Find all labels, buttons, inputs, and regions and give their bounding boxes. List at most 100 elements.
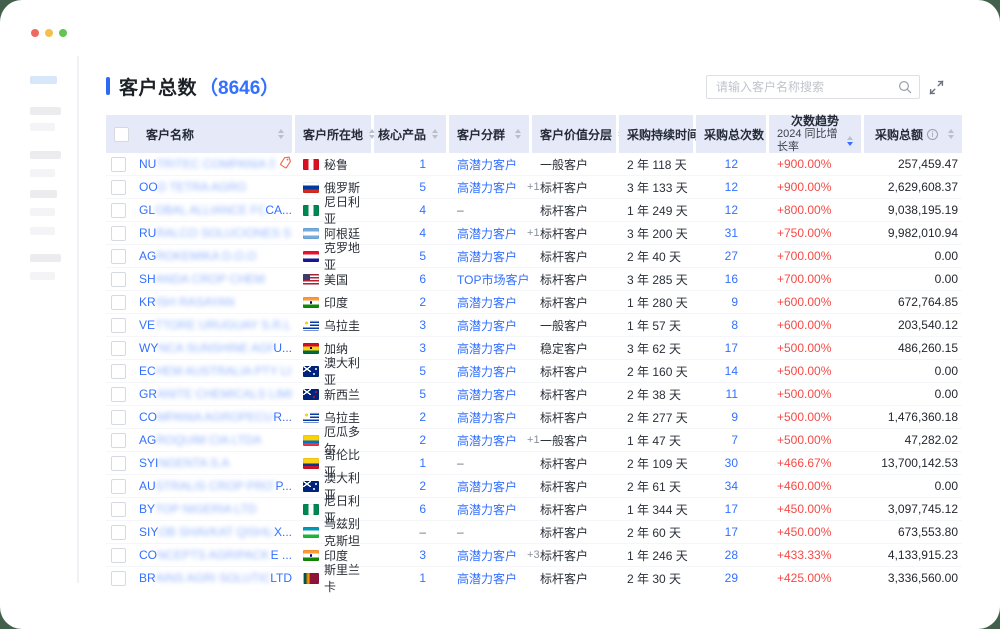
- zoom-window-button[interactable]: [59, 29, 67, 37]
- row-checkbox[interactable]: [111, 157, 126, 172]
- country-name: 秘鲁: [324, 156, 348, 173]
- purchase-duration: 2 年 38 天: [619, 383, 693, 405]
- column-label: 核心产品: [378, 126, 426, 143]
- row-checkbox[interactable]: [111, 318, 126, 333]
- sidebar-item-placeholder[interactable]: [30, 76, 57, 84]
- row-checkbox[interactable]: [111, 180, 126, 195]
- column-sublabel-text: 2024 同比增长率: [777, 128, 841, 154]
- column-label: 客户分群: [457, 126, 505, 143]
- purchase-count: 28: [696, 544, 766, 566]
- customer-name-link[interactable]: SIYOB SHAVKAT QISHLOQ FERMERX...: [139, 525, 292, 539]
- segment-link[interactable]: 高潜力客户: [457, 225, 517, 242]
- customer-name-link[interactable]: WYNCA SUNSHINE AGRO PRODUCTSU...: [139, 341, 292, 355]
- customer-name-prefix: BR: [139, 571, 156, 585]
- customer-name-link[interactable]: GLOBAL ALLIANCE FOR CHEMICALCA...: [139, 203, 292, 217]
- sort-icon[interactable]: [515, 129, 521, 139]
- row-checkbox[interactable]: [111, 295, 126, 310]
- customer-name-link[interactable]: SYINGENTA S.A: [139, 456, 292, 470]
- row-checkbox[interactable]: [111, 525, 126, 540]
- segment-link[interactable]: 高潜力客户: [457, 386, 517, 403]
- customer-name-link[interactable]: KRISH RASAYAN: [139, 295, 292, 309]
- row-checkbox[interactable]: [111, 479, 126, 494]
- customer-name-cell: OOD TETRA AGRO: [106, 176, 292, 198]
- sort-icon[interactable]: [278, 129, 284, 139]
- segment-link[interactable]: 高潜力客户: [457, 317, 517, 334]
- segment-link[interactable]: TOP市场客户: [457, 271, 529, 288]
- yoy-growth: +450.00%: [769, 521, 861, 543]
- row-checkbox[interactable]: [111, 433, 126, 448]
- close-window-button[interactable]: [31, 29, 39, 37]
- core-products-count: 1: [374, 567, 446, 589]
- customer-name-link[interactable]: NUTRITEC COMPANIA S.A.C: [139, 157, 275, 171]
- customer-name-link[interactable]: BRAINS AGRI SOLUTIONS PVT LTD: [139, 571, 292, 585]
- value-tier: 一般客户: [532, 314, 616, 336]
- row-checkbox[interactable]: [111, 548, 126, 563]
- segment-link[interactable]: 高潜力客户: [457, 409, 517, 426]
- row-checkbox[interactable]: [111, 387, 126, 402]
- sort-icon[interactable]: [432, 129, 438, 139]
- column-label: 采购持续时间: [627, 126, 699, 143]
- segment-link[interactable]: 高潜力客户: [457, 432, 517, 449]
- row-checkbox[interactable]: [111, 226, 126, 241]
- customer-name-suffix: U...: [273, 341, 292, 355]
- customer-name-link[interactable]: GRANITE CHEMICALS LIMITED: [139, 387, 292, 401]
- segment-link[interactable]: 高潜力客户: [457, 340, 517, 357]
- row-checkbox[interactable]: [111, 502, 126, 517]
- segment-link[interactable]: 高潜力客户: [457, 179, 517, 196]
- row-checkbox[interactable]: [111, 364, 126, 379]
- customer-name-link[interactable]: VETTORE URUGUAY S.R.L: [139, 318, 292, 332]
- segment-link[interactable]: 高潜力客户: [457, 156, 517, 173]
- country-name: 乌拉圭: [324, 317, 360, 334]
- segment-link[interactable]: 高潜力客户: [457, 294, 517, 311]
- customer-location-cell: 印度: [295, 291, 371, 313]
- row-checkbox[interactable]: [111, 341, 126, 356]
- customer-segment-cell: 高潜力客户+1: [449, 429, 529, 451]
- segment-link[interactable]: 高潜力客户: [457, 363, 517, 380]
- purchase-count: 12: [696, 153, 766, 175]
- row-checkbox[interactable]: [111, 571, 126, 586]
- customer-name-suffix: R...: [273, 410, 292, 424]
- customer-name-link[interactable]: OOD TETRA AGRO: [139, 180, 292, 194]
- customer-name-link[interactable]: ECHEM AUSTRALIA PTY LIMITED: [139, 364, 292, 378]
- customer-name-masked: TOP NIGERIA LTD: [155, 502, 256, 516]
- table-row: BYTOP NIGERIA LTD尼日利亚6高潜力客户标杆客户1 年 344 天…: [106, 498, 962, 521]
- customer-segment-cell: 高潜力客户+3: [449, 544, 529, 566]
- customer-name-link[interactable]: COMPANIA AGROPECUARIA DEL SURR...: [139, 410, 292, 424]
- customer-name-link[interactable]: AGROQUIM CIA LTDA: [139, 433, 292, 447]
- country-flag-icon: [303, 205, 319, 216]
- value-tier: 标杆客户: [532, 567, 616, 589]
- segment-link[interactable]: 高潜力客户: [457, 570, 517, 587]
- row-checkbox[interactable]: [111, 249, 126, 264]
- customer-name-link[interactable]: CONCEPTS AGRIPACK PRIVATEE ...: [139, 548, 292, 562]
- segment-link[interactable]: 高潜力客户: [457, 547, 517, 564]
- info-icon[interactable]: [927, 129, 938, 140]
- customer-name-prefix: SYI: [139, 456, 158, 470]
- customer-segment-cell: 高潜力客户+1: [449, 222, 529, 244]
- fullscreen-expand-icon[interactable]: [929, 80, 944, 95]
- row-checkbox[interactable]: [111, 203, 126, 218]
- select-all-checkbox[interactable]: [114, 127, 129, 142]
- customer-name-link[interactable]: BYTOP NIGERIA LTD: [139, 502, 292, 516]
- sidebar-divider: [77, 56, 79, 583]
- search-icon[interactable]: [898, 80, 912, 94]
- row-checkbox[interactable]: [111, 272, 126, 287]
- purchase-duration: 2 年 118 天: [619, 153, 693, 175]
- purchase-duration: 2 年 60 天: [619, 521, 693, 543]
- customer-name-link[interactable]: AGROKEMIKA D.O.O: [139, 249, 292, 263]
- value-tier: 标杆客户: [532, 245, 616, 267]
- sort-icon[interactable]: [948, 129, 954, 139]
- sort-icon[interactable]: [847, 136, 853, 146]
- customer-name-link[interactable]: SHANDA CROP CHEM: [139, 272, 292, 286]
- segment-link[interactable]: 高潜力客户: [457, 478, 517, 495]
- purchase-amount: 0.00: [864, 383, 962, 405]
- customer-name-prefix: VE: [139, 318, 155, 332]
- row-checkbox[interactable]: [111, 456, 126, 471]
- customer-name-link[interactable]: AUSTRALIS CROP PROTECTIONP...: [139, 479, 292, 493]
- segment-link[interactable]: 高潜力客户: [457, 501, 517, 518]
- row-checkbox[interactable]: [111, 410, 126, 425]
- search-input[interactable]: [707, 80, 898, 94]
- minimize-window-button[interactable]: [45, 29, 53, 37]
- segment-link[interactable]: 高潜力客户: [457, 248, 517, 265]
- customer-name-link[interactable]: RURALCO SOLUCIONES S.A: [139, 226, 292, 240]
- purchase-count: 34: [696, 475, 766, 497]
